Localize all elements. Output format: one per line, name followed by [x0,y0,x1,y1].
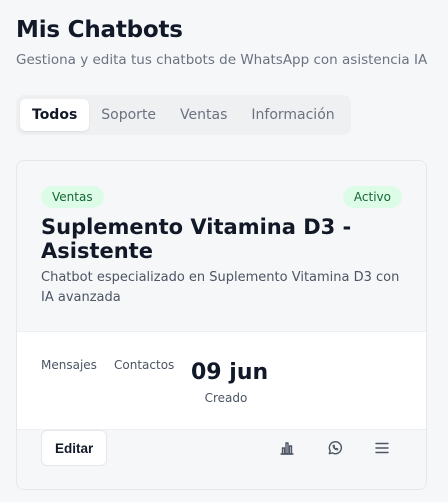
chatbot-title: Suplemento Vitamina D3 - Asistente [41,215,352,263]
edit-button[interactable]: Editar [41,430,108,466]
tab-ventas[interactable]: Ventas [168,99,239,131]
bar-chart-icon[interactable] [275,436,299,460]
chatbot-description: Chatbot especializado en Suplemento Vita… [41,270,400,305]
menu-icon[interactable] [370,436,394,460]
category-badge: Ventas [41,186,104,208]
whatsapp-icon[interactable] [323,436,347,460]
page-subtitle: Gestiona y edita tus chatbots de WhatsAp… [16,52,428,68]
status-badge: Activo [342,186,402,208]
tab-soporte[interactable]: Soporte [89,99,168,131]
page-title: Mis Chatbots [16,17,183,43]
tab-todos[interactable]: Todos [20,99,90,131]
contacts-stat-label: Contactos [114,358,175,372]
created-date-value: 09 jun [191,360,269,385]
tab-informacion[interactable]: Información [239,99,346,131]
created-date-label: Creado [204,391,248,405]
messages-stat-label: Mensajes [41,358,97,372]
chatbot-card: Ventas Activo Suplemento Vitamina D3 - A… [16,160,427,490]
page: Mis Chatbots Gestiona y edita tus chatbo… [0,0,448,502]
filter-tabs: Todos Soporte Ventas Información [16,95,351,135]
